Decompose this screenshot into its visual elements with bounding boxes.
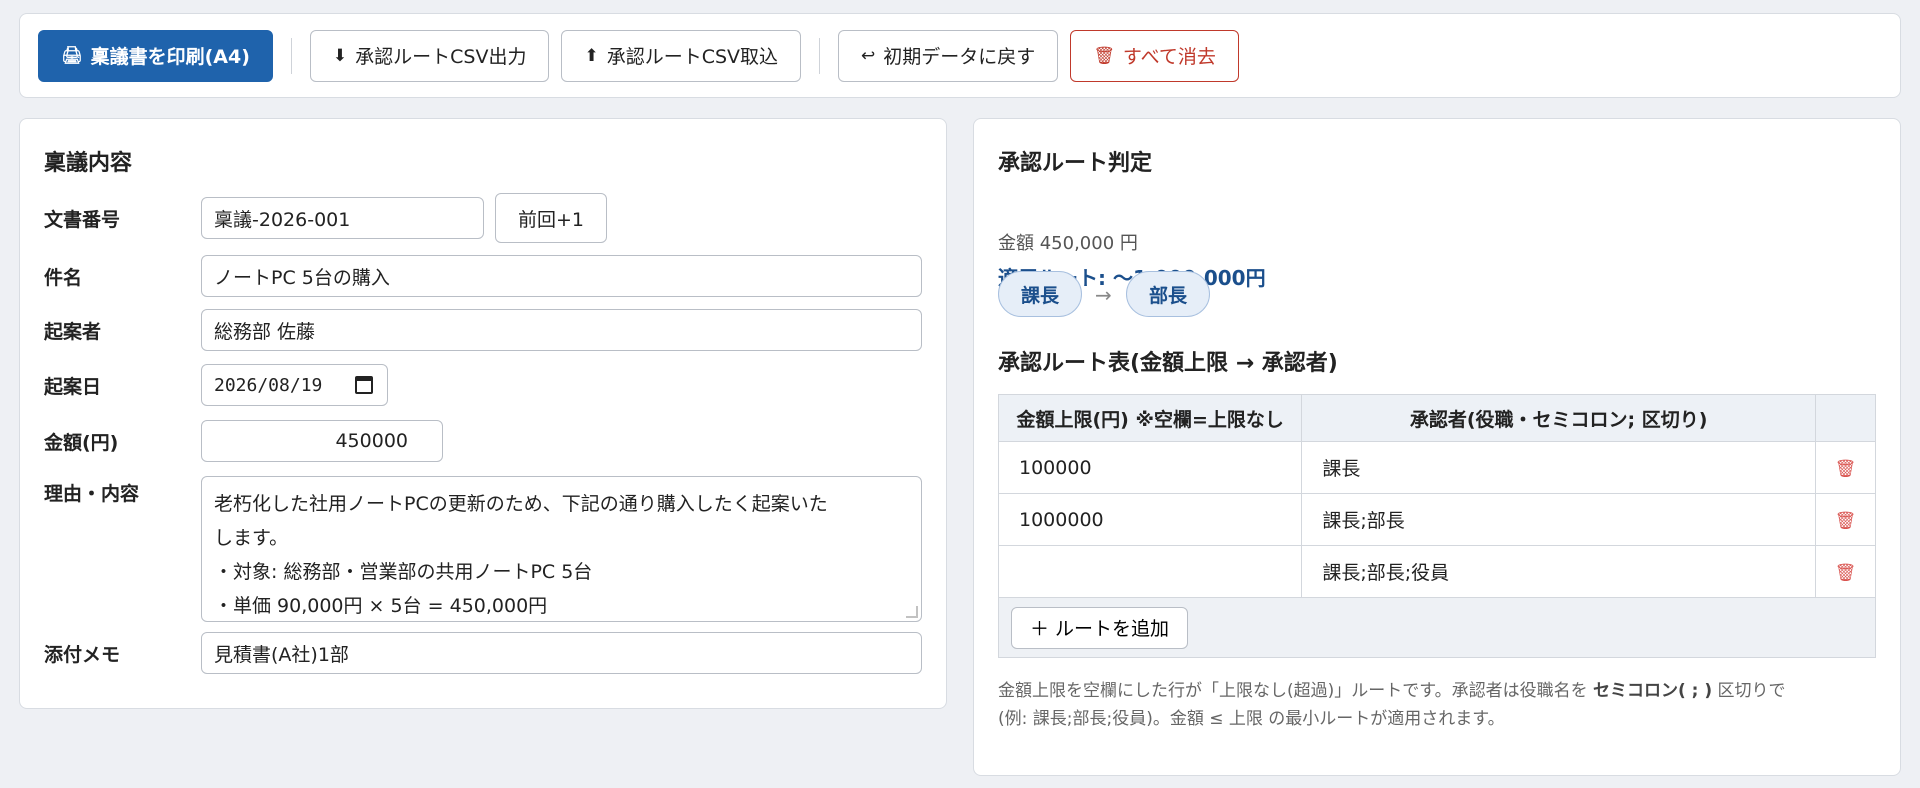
trash-icon: 🗑 [1093, 45, 1115, 66]
print-button[interactable]: 🖨 稟議書を印刷(A4) [38, 29, 273, 82]
export-csv-label: 承認ルートCSV出力 [355, 46, 527, 68]
doc-number-value: 稟議-2026-001 [214, 208, 351, 231]
limit-header: 金額上限(円) ※空欄=上限なし [997, 394, 1303, 442]
reason-label: 理由・内容 [44, 483, 140, 505]
trash-icon: 🗑 [1834, 510, 1857, 531]
toolbar: 🖨 稟議書を印刷(A4) ⬇ 承認ルートCSV出力 ⬆ 承認ルートCSV取込 ↩… [19, 13, 1901, 98]
add-row: ＋ ルートを追加 [998, 597, 1876, 658]
form-title: 稟議内容 [44, 151, 133, 176]
limit-cell[interactable]: 100000 [997, 441, 1303, 494]
trash-icon: 🗑 [1834, 562, 1857, 583]
amount-summary: 金額 450,000 円 [998, 233, 1138, 254]
help-note-text: 区切りで [1712, 681, 1786, 701]
reason-textarea[interactable]: 老朽化した社用ノートPCの更新のため、下記の通り購入したく起案いた します。 ・… [201, 476, 922, 622]
upload-icon: ⬆ [584, 45, 599, 66]
approvers-cell[interactable]: 課長;部長;役員 [1301, 545, 1816, 598]
clear-all-label: すべて消去 [1122, 46, 1216, 68]
reason-line: 老朽化した社用ノートPCの更新のため、下記の通り購入したく起案いた [214, 493, 828, 515]
download-icon: ⬇ [332, 45, 348, 66]
doc-number-input[interactable]: 稟議-2026-001 [201, 197, 484, 239]
add-row-cell: ＋ ルートを追加 [998, 597, 1876, 658]
resize-handle-icon[interactable] [906, 606, 918, 618]
help-note-emphasis: セミコロン( ; ) [1592, 681, 1713, 701]
date-input[interactable]: 2026/08/19 [201, 364, 388, 406]
reason-line: ・単価 90,000円 × 5台 = 450,000円 [214, 595, 548, 617]
increment-number-label: 前回+1 [518, 208, 585, 231]
delete-row-button[interactable]: 🗑 [1814, 441, 1877, 494]
actions-header [1814, 394, 1877, 442]
reason-line: します。 [214, 527, 289, 549]
table-row: 100000 課長 🗑 [997, 441, 1877, 494]
approvers-header: 承認者(役職・セミコロン; 区切り) [1301, 394, 1816, 442]
table-header-row: 金額上限(円) ※空欄=上限なし 承認者(役職・セミコロン; 区切り) [997, 394, 1877, 442]
author-value: 総務部 佐藤 [214, 320, 316, 343]
help-note: 金額上限を空欄にした行が「上限なし(超過)」ルートです。承認者は役職名を セミコ… [998, 677, 1878, 733]
reset-data-button[interactable]: ↩ 初期データに戻す [838, 29, 1059, 82]
reason-line: ・対象: 総務部・営業部の共用ノートPC 5台 [214, 561, 593, 583]
toolbar-divider [819, 37, 821, 74]
import-csv-button[interactable]: ⬆ 承認ルートCSV取込 [561, 29, 802, 82]
subject-value: ノートPC 5台の購入 [214, 266, 390, 289]
increment-number-button[interactable]: 前回+1 [495, 193, 608, 243]
reset-data-label: 初期データに戻す [883, 46, 1036, 68]
undo-icon: ↩ [861, 45, 876, 66]
delete-row-button[interactable]: 🗑 [1814, 493, 1877, 546]
subject-input[interactable]: ノートPC 5台の購入 [201, 255, 922, 297]
limit-cell[interactable]: 1000000 [997, 493, 1303, 546]
toolbar-divider [290, 37, 292, 74]
approvers-cell[interactable]: 課長 [1301, 441, 1816, 494]
clear-all-button[interactable]: 🗑 すべて消去 [1070, 29, 1239, 82]
help-note-text: 金額上限を空欄にした行が「上限なし(超過)」ルートです。承認者は役職名を [998, 681, 1593, 701]
date-label: 起案日 [44, 376, 102, 398]
approver-chip: 部長 [1126, 271, 1211, 317]
route-table-title: 承認ルート表(金額上限 → 承認者) [998, 351, 1338, 376]
export-csv-button[interactable]: ⬇ 承認ルートCSV出力 [309, 29, 550, 82]
routing-title: 承認ルート判定 [998, 151, 1153, 176]
print-button-label: 稟議書を印刷(A4) [90, 46, 250, 68]
approver-chip: 課長 [998, 271, 1083, 317]
amount-label: 金額(円) [44, 432, 119, 454]
route-table: 金額上限(円) ※空欄=上限なし 承認者(役職・セミコロン; 区切り) 1000… [997, 394, 1877, 658]
doc-number-label: 文書番号 [44, 209, 121, 231]
trash-icon: 🗑 [1834, 458, 1857, 479]
delete-row-button[interactable]: 🗑 [1814, 545, 1877, 598]
table-row: 1000000 課長;部長 🗑 [997, 493, 1877, 546]
import-csv-label: 承認ルートCSV取込 [606, 46, 779, 68]
table-row: 課長;部長;役員 🗑 [997, 545, 1877, 598]
approvers-cell[interactable]: 課長;部長 [1301, 493, 1816, 546]
author-label: 起案者 [44, 321, 102, 343]
limit-cell[interactable] [997, 545, 1303, 598]
date-value: 2026/08/19 [214, 374, 323, 396]
subject-label: 件名 [44, 267, 83, 289]
help-note-text: (例: 課長;部長;役員)。金額 ≤ 上限 の最小ルートが適用されます。 [998, 709, 1505, 729]
form-panel: 稟議内容 文書番号 稟議-2026-001 前回+1 件名 ノートPC 5台の購… [19, 118, 947, 709]
routing-panel: 承認ルート判定 金額 450,000 円 適用ルート: 〜1,000,000円 … [973, 118, 1901, 776]
author-input[interactable]: 総務部 佐藤 [201, 309, 922, 351]
route-arrow: → [1095, 283, 1112, 307]
printer-icon: 🖨 [61, 45, 83, 66]
attachment-value: 見積書(A社)1部 [214, 643, 349, 666]
calendar-icon[interactable] [355, 376, 373, 394]
attachment-label: 添付メモ [44, 644, 121, 666]
attachment-input[interactable]: 見積書(A社)1部 [201, 632, 922, 674]
add-route-button[interactable]: ＋ ルートを追加 [1011, 606, 1189, 649]
amount-input[interactable]: 450000 [201, 420, 443, 462]
amount-value: 450000 [335, 430, 408, 452]
